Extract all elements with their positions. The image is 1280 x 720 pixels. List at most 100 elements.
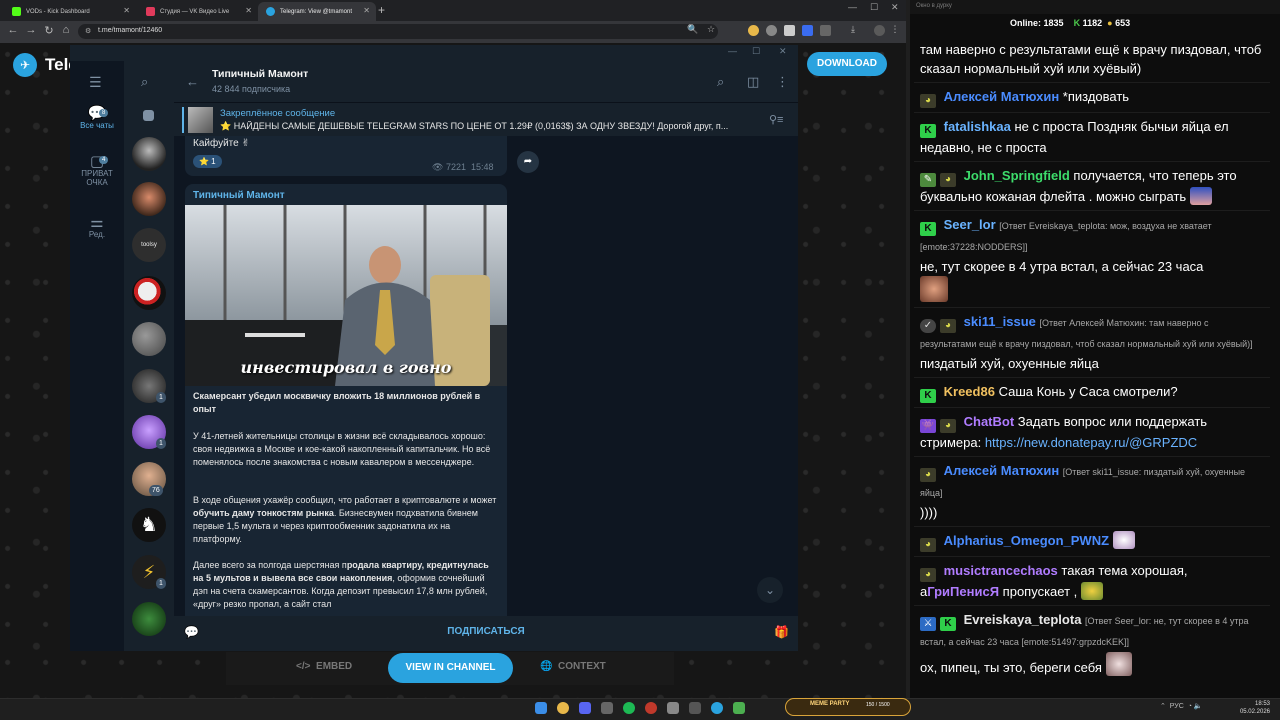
folder-edit[interactable]: ⚌ Ред. xyxy=(70,215,124,239)
home-icon[interactable]: ⌂ xyxy=(59,24,73,36)
tab-vk-studio[interactable]: Студия — VK Видео Live ✕ xyxy=(138,2,258,21)
bookmark-star-icon[interactable]: ☆ xyxy=(704,24,718,35)
site-info-icon[interactable]: ⚙ xyxy=(85,27,91,35)
forward-share-icon[interactable]: ➦ xyxy=(517,151,539,173)
donate-link[interactable]: https://new.donatepay.ru/@GRPZDC xyxy=(985,435,1197,450)
chat-message: ◕ Алексей Матюхин [Ответ ski11_issue: пи… xyxy=(914,457,1270,527)
search-icon[interactable]: ⌕ xyxy=(717,74,724,90)
app-maximize-icon[interactable]: ☐ xyxy=(752,46,760,57)
close-window-icon[interactable]: ✕ xyxy=(891,2,899,13)
context-button[interactable]: 🌐 CONTEXT xyxy=(540,661,606,672)
chat-username[interactable]: Алексей Матюхин xyxy=(944,463,1060,478)
chat-message: ◕ Алексей Матюхин *пиздовать xyxy=(914,83,1270,113)
chat-username[interactable]: fatalishkaa xyxy=(944,119,1011,134)
chat-username[interactable]: Alpharius_Omegon_PWNZ xyxy=(944,533,1109,548)
chat-username[interactable]: Seer_lor xyxy=(944,217,996,232)
new-tab-button[interactable]: + xyxy=(378,3,385,17)
chat-window-title: Окно в дурку xyxy=(910,0,1280,14)
chat-message: K Kreed86 Саша Конь у Саса смотрели? xyxy=(914,378,1270,408)
chat-avatar[interactable] xyxy=(132,276,166,310)
hamburger-menu-icon[interactable]: ☰ xyxy=(89,74,102,91)
zoom-icon[interactable]: 🔍 xyxy=(686,24,700,35)
frog-badge-icon: ◕ xyxy=(920,468,936,482)
gift-icon[interactable]: 🎁 xyxy=(774,625,789,639)
tab-kick-dashboard[interactable]: VODs - Kick Dashboard ✕ xyxy=(4,2,136,21)
chat-avatar[interactable] xyxy=(132,322,166,356)
volume-icon[interactable]: 🔈 xyxy=(1194,703,1203,710)
folder-all-chats[interactable]: 💬 Все чаты xyxy=(70,106,124,130)
back-icon[interactable]: ← xyxy=(6,24,20,36)
tab-telegram[interactable]: Telegram: View @tmamont ✕ xyxy=(258,2,376,21)
pinned-list-icon[interactable]: ⚲≡ xyxy=(769,113,783,126)
minimize-icon[interactable]: — xyxy=(848,2,857,12)
chat-avatar[interactable] xyxy=(132,602,166,636)
embed-button[interactable]: </> EMBED xyxy=(296,661,352,672)
reload-icon[interactable]: ↻ xyxy=(42,24,56,37)
language-indicator[interactable]: РУС xyxy=(1170,703,1184,710)
download-button[interactable]: DOWNLOAD xyxy=(807,52,887,76)
channel-title[interactable]: Типичный Мамонт xyxy=(212,68,308,80)
archive-icon[interactable] xyxy=(143,110,154,121)
extension-icon[interactable] xyxy=(766,25,777,36)
close-tab-icon[interactable]: ✕ xyxy=(245,6,252,15)
search-icon[interactable]: ⌕ xyxy=(141,74,148,90)
chat-avatar[interactable]: toolsy xyxy=(132,228,166,262)
close-tab-icon[interactable]: ✕ xyxy=(363,6,370,15)
browser-menu-icon[interactable]: ⋮ xyxy=(888,24,902,35)
kick-badge-icon: K xyxy=(920,389,936,403)
scroll-down-chevron-icon[interactable]: ⌄ xyxy=(757,577,783,603)
chat-message: ✎ ◕ John_Springfield получается, что тепе… xyxy=(914,162,1270,211)
maximize-icon[interactable]: ☐ xyxy=(870,2,878,13)
post-author[interactable]: Типичный Мамонт xyxy=(193,190,285,201)
discord-icon[interactable] xyxy=(579,702,591,714)
taskbar-app-icon[interactable] xyxy=(667,702,679,714)
code-icon: </> xyxy=(296,661,311,672)
download-icon[interactable]: ⤓ xyxy=(846,24,860,35)
meme-party-widget[interactable]: MEME PARTY xyxy=(785,698,911,716)
app-close-icon[interactable]: ✕ xyxy=(779,46,787,57)
folder-private[interactable]: ▢ ПРИВАТ ОЧКА xyxy=(70,154,124,187)
pinned-thumbnail xyxy=(188,107,213,133)
start-icon[interactable] xyxy=(535,702,547,714)
chat-username[interactable]: ChatBot xyxy=(964,414,1015,429)
extensions-puzzle-icon[interactable] xyxy=(820,25,831,36)
chat-avatar[interactable] xyxy=(132,182,166,216)
network-icon[interactable]: ◔ xyxy=(1188,703,1192,710)
forward-icon[interactable]: → xyxy=(24,24,38,36)
url-text[interactable]: t.me/tmamont/12460 xyxy=(98,27,162,34)
subscribe-button[interactable]: ПОДПИСАТЬСЯ xyxy=(174,626,798,637)
taskbar-app-icon[interactable] xyxy=(689,702,701,714)
reaction-chip[interactable]: ⭐ 1 xyxy=(193,155,222,168)
taskbar-app-icon[interactable] xyxy=(733,702,745,714)
user-mention[interactable]: ГриПенисЯ xyxy=(927,584,999,599)
back-arrow-icon[interactable]: ← xyxy=(186,74,199,89)
chat-username[interactable]: ski11_issue xyxy=(964,314,1036,329)
view-in-channel-button[interactable]: VIEW IN CHANNEL xyxy=(388,653,513,683)
taskbar-app-icon[interactable] xyxy=(601,702,613,714)
more-options-icon[interactable]: ⋮ xyxy=(776,74,789,90)
chat-username[interactable]: John_Springfield xyxy=(964,168,1070,183)
spotify-icon[interactable] xyxy=(623,702,635,714)
extension-icon[interactable] xyxy=(748,25,759,36)
profile-avatar-icon[interactable] xyxy=(874,25,885,36)
chrome-icon[interactable] xyxy=(557,702,569,714)
extension-icon[interactable] xyxy=(784,25,795,36)
bot-badge-icon: 👾 xyxy=(920,419,936,433)
chat-username[interactable]: Алексей Матюхин xyxy=(944,89,1060,104)
omnibox[interactable] xyxy=(78,24,718,39)
telegram-taskbar-icon[interactable] xyxy=(711,702,723,714)
chat-username[interactable]: musictrancechaos xyxy=(944,563,1058,578)
close-tab-icon[interactable]: ✕ xyxy=(123,6,130,15)
app-minimize-icon[interactable]: — xyxy=(728,46,737,56)
chat-avatar[interactable]: ♞ xyxy=(132,508,166,542)
chat-username[interactable]: Kreed86 xyxy=(944,384,995,399)
kick-badge-icon: K xyxy=(920,222,936,236)
sidebar-toggle-icon[interactable]: ◫ xyxy=(747,74,759,90)
chat-username[interactable]: Evreiskaya_teplota xyxy=(964,612,1082,627)
emote-icon xyxy=(1080,582,1103,600)
extension-icon[interactable] xyxy=(802,25,813,36)
clock[interactable]: 18:53 05.02.2026 xyxy=(1220,700,1270,716)
tray-chevron-icon[interactable]: ⌃ xyxy=(1160,703,1166,710)
taskbar-app-icon[interactable] xyxy=(645,702,657,714)
chat-avatar[interactable] xyxy=(132,137,166,171)
